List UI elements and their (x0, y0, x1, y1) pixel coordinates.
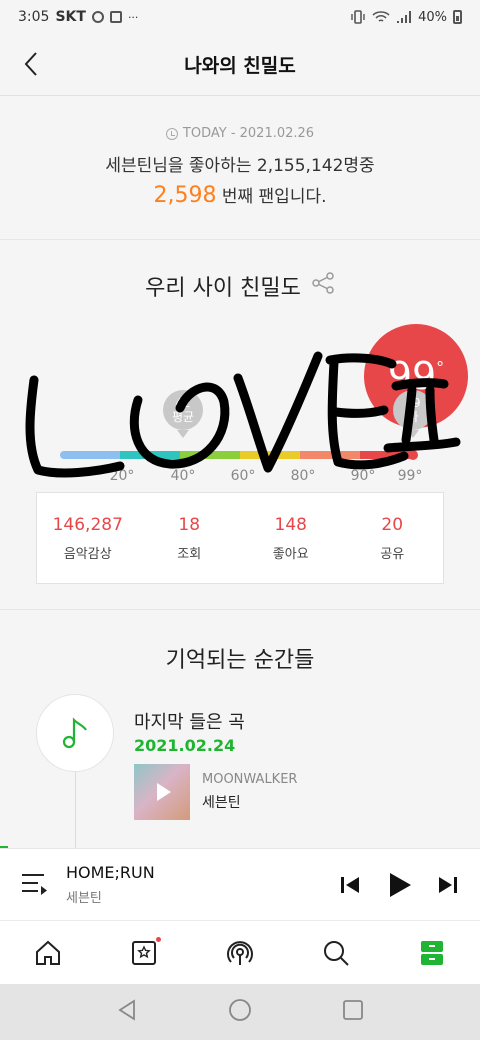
stat-value: 20 (381, 515, 404, 535)
today-date: TODAY - 2021.02.26 (182, 126, 315, 141)
memory-date: 2021.02.24 (134, 736, 236, 755)
stat-value: 18 (178, 515, 201, 535)
music-note-icon (62, 717, 87, 749)
average-pin-value: 42 (175, 396, 191, 410)
closeness-gauge (60, 451, 416, 459)
average-pin: 42 평균 (163, 390, 203, 438)
clock-icon (165, 127, 178, 140)
tick-label: 60° (230, 468, 256, 484)
notification-icon (109, 11, 122, 23)
stat-shares: 20 공유 (342, 493, 444, 583)
back-icon (117, 999, 135, 1021)
app-header: 나와의 친밀도 (0, 34, 480, 96)
new-badge-dot (156, 937, 161, 942)
system-recents-button[interactable] (341, 998, 365, 1026)
status-more: ··· (127, 10, 139, 24)
nav-search[interactable] (288, 921, 384, 984)
fan-count-text: 세븐틴님을 좋아하는 2,155,142명중 (105, 156, 375, 176)
gauge-ticks: 20° 40° 60° 80° 90° 99° (0, 468, 480, 488)
status-carrier: SKT (55, 9, 86, 25)
stat-label: 조회 (177, 547, 202, 562)
timeline-line (75, 772, 76, 852)
previous-icon (341, 877, 359, 893)
fan-rank-row: 2,598 번째 팬입니다. (0, 182, 480, 208)
share-button[interactable] (311, 271, 335, 301)
stat-listen: 146,287 음악감상 (37, 493, 139, 583)
mini-player: HOME;RUN 세븐틴 (0, 848, 480, 920)
play-icon (390, 873, 411, 897)
memories-title: 기억되는 순간들 (165, 648, 315, 673)
system-nav-bar (0, 984, 480, 1040)
page-title: 나와의 친밀도 (184, 55, 296, 77)
score-unit: ° (436, 357, 445, 377)
stat-views: 18 조회 (139, 493, 241, 583)
gauge-marker (408, 450, 418, 460)
nav-home[interactable] (0, 921, 96, 984)
song-artist[interactable]: 세븐틴 (202, 792, 241, 812)
my-pin-label: 나 (407, 410, 419, 424)
recents-icon (343, 1000, 364, 1020)
stat-label: 좋아요 (272, 547, 309, 562)
nav-podcast[interactable] (192, 921, 288, 984)
tick-label: 20° (109, 468, 135, 484)
search-icon (324, 940, 349, 966)
stat-likes: 148 좋아요 (240, 493, 342, 583)
signal-icon (397, 11, 412, 23)
closeness-section: 우리 사이 친밀도 99 ° 42 평균 99 나 20° 40° 60° 80° 9… (0, 240, 480, 610)
now-playing-artist[interactable]: 세븐틴 (66, 887, 102, 906)
my-pin: 99 나 (393, 390, 433, 438)
previous-button[interactable] (336, 871, 364, 899)
status-bar: 3:05 SKT ··· 40% (0, 0, 480, 34)
home-circle-icon (229, 999, 251, 1021)
tick-label: 99° (397, 468, 423, 484)
vibrate-icon (351, 10, 365, 24)
tick-label: 90° (350, 468, 376, 484)
home-icon (36, 940, 60, 965)
memory-label: 마지막 들은 곡 (134, 712, 245, 733)
today-section: TODAY - 2021.02.26 세븐틴님을 좋아하는 2,155,142명… (0, 96, 480, 240)
tick-label: 40° (170, 468, 196, 484)
stat-label: 음악감상 (63, 547, 112, 562)
system-back-button[interactable] (115, 998, 139, 1026)
wifi-icon (372, 11, 390, 22)
battery-icon (453, 10, 462, 24)
status-time: 3:05 (18, 9, 50, 25)
memories-section: 기억되는 순간들 마지막 들은 곡 2021.02.24 MOONWALKER … (0, 610, 480, 852)
fan-rank-suffix: 번째 팬입니다. (216, 187, 327, 207)
my-music-icon (132, 940, 156, 965)
next-icon (439, 877, 457, 893)
stat-value: 146,287 (52, 515, 123, 535)
next-button[interactable] (434, 871, 462, 899)
fan-rank-number: 2,598 (153, 183, 217, 208)
music-note-badge (36, 694, 114, 772)
closeness-title-row: 우리 사이 친밀도 (0, 270, 480, 302)
my-pin-value: 99 (405, 396, 421, 410)
playlist-icon (22, 874, 47, 895)
playlist-button[interactable] (20, 871, 48, 897)
play-icon (157, 783, 171, 801)
album-thumbnail[interactable] (134, 764, 190, 820)
stat-value: 148 (274, 515, 307, 535)
nav-my-music[interactable] (96, 921, 192, 984)
nav-drawer[interactable] (384, 921, 480, 984)
drawer-icon (421, 940, 443, 965)
song-title[interactable]: MOONWALKER (202, 772, 297, 787)
average-pin-label: 평균 (171, 410, 195, 424)
battery-percent: 40% (418, 9, 447, 25)
system-home-button[interactable] (228, 998, 252, 1026)
closeness-title: 우리 사이 친밀도 (145, 276, 301, 301)
sync-icon (91, 11, 104, 23)
bottom-nav (0, 920, 480, 984)
stat-label: 공유 (380, 547, 405, 562)
back-button[interactable] (16, 49, 46, 79)
stats-box: 146,287 음악감상 18 조회 148 좋아요 20 공유 (36, 492, 444, 584)
tick-label: 80° (290, 468, 316, 484)
chevron-left-icon (24, 52, 37, 76)
now-playing-title[interactable]: HOME;RUN (66, 863, 155, 882)
share-icon (312, 272, 334, 294)
play-button[interactable] (386, 871, 414, 899)
podcast-icon (227, 940, 253, 965)
today-date-row: TODAY - 2021.02.26 (0, 126, 480, 141)
